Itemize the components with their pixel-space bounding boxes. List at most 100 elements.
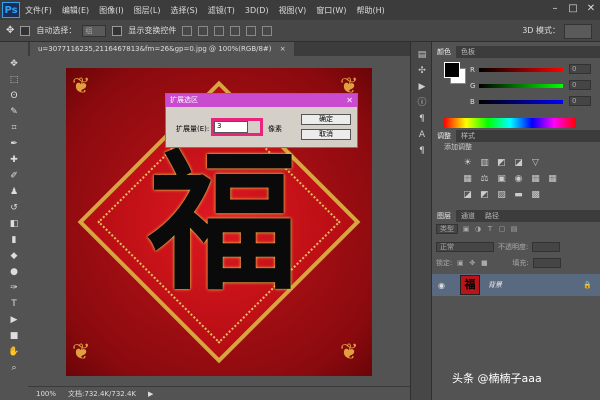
opacity-input[interactable] bbox=[532, 242, 561, 252]
black-white-icon[interactable]: ▣ bbox=[496, 174, 507, 185]
tool-presets-icon[interactable]: ¶ bbox=[417, 146, 427, 156]
blend-mode-dropdown[interactable]: 正常 bbox=[436, 242, 494, 252]
brush-icon[interactable]: ✐ bbox=[7, 170, 21, 182]
dodge-icon[interactable]: ● bbox=[7, 266, 21, 278]
align-bottom-icon[interactable] bbox=[214, 25, 225, 36]
status-arrow-icon[interactable]: ▶ bbox=[148, 390, 153, 398]
green-slider[interactable] bbox=[479, 84, 563, 88]
paragraph-icon[interactable]: ¶ bbox=[417, 114, 427, 124]
healing-brush-icon[interactable]: ✚ bbox=[7, 154, 21, 166]
character-icon[interactable]: A bbox=[417, 130, 427, 140]
blur-icon[interactable]: ◆ bbox=[7, 250, 21, 262]
lasso-icon[interactable]: ʘ bbox=[7, 90, 21, 102]
filter-adjust-icon[interactable]: ◑ bbox=[474, 225, 482, 233]
shape-icon[interactable]: ■ bbox=[7, 330, 21, 342]
selective-color-icon[interactable]: ▩ bbox=[530, 190, 541, 201]
properties-icon[interactable]: ✣ bbox=[417, 66, 427, 76]
minimize-button[interactable]: – bbox=[546, 0, 564, 16]
move-tool-icon[interactable]: ✥ bbox=[6, 25, 14, 36]
layer-name[interactable]: 背景 bbox=[488, 280, 502, 290]
tab-layers[interactable]: 图层 bbox=[432, 210, 456, 222]
menu-layer[interactable]: 图层(L) bbox=[129, 5, 166, 16]
type-icon[interactable]: T bbox=[7, 298, 21, 310]
history-brush-icon[interactable]: ↺ bbox=[7, 202, 21, 214]
foreground-color-swatch[interactable] bbox=[444, 62, 460, 78]
hand-icon[interactable]: ✋ bbox=[7, 346, 21, 358]
align-right-icon[interactable] bbox=[262, 25, 273, 36]
tab-color[interactable]: 颜色 bbox=[432, 46, 456, 58]
red-slider[interactable] bbox=[479, 68, 563, 72]
brightness-icon[interactable]: ☀ bbox=[462, 158, 473, 169]
path-select-icon[interactable]: ▶ bbox=[7, 314, 21, 326]
curves-icon[interactable]: ◩ bbox=[496, 158, 507, 169]
color-lookup-icon[interactable]: ▦ bbox=[547, 174, 558, 185]
auto-select-checkbox[interactable] bbox=[20, 25, 31, 36]
menu-view[interactable]: 视图(V) bbox=[274, 5, 312, 16]
menu-edit[interactable]: 编辑(E) bbox=[57, 5, 94, 16]
ok-button[interactable]: 确定 bbox=[301, 114, 351, 125]
blue-slider[interactable] bbox=[479, 100, 563, 104]
align-left-icon[interactable] bbox=[230, 25, 241, 36]
filter-smart-icon[interactable]: ▤ bbox=[510, 225, 518, 233]
filter-shape-icon[interactable]: ▢ bbox=[498, 225, 506, 233]
actions-icon[interactable]: ▶ bbox=[417, 82, 427, 92]
pen-icon[interactable]: ✑ bbox=[7, 282, 21, 294]
hue-saturation-icon[interactable]: ▦ bbox=[462, 174, 473, 185]
menu-help[interactable]: 帮助(H) bbox=[351, 5, 389, 16]
menu-image[interactable]: 图像(I) bbox=[94, 5, 129, 16]
layer-row-background[interactable]: ◉ 福 背景 🔒 bbox=[432, 274, 600, 296]
red-value-input[interactable]: 0 bbox=[569, 64, 591, 74]
photo-filter-icon[interactable]: ◉ bbox=[513, 174, 524, 185]
align-center-icon[interactable] bbox=[246, 25, 257, 36]
close-tab-icon[interactable]: × bbox=[280, 45, 286, 53]
menu-filter[interactable]: 滤镜(T) bbox=[203, 5, 240, 16]
quick-select-icon[interactable]: ✎ bbox=[7, 106, 21, 118]
gradient-icon[interactable]: ▮ bbox=[7, 234, 21, 246]
crop-icon[interactable]: ⌗ bbox=[7, 122, 21, 134]
close-window-button[interactable]: ✕ bbox=[582, 0, 600, 16]
tab-paths[interactable]: 路径 bbox=[480, 210, 504, 222]
dialog-close-icon[interactable]: ✕ bbox=[346, 94, 353, 107]
color-spectrum-bar[interactable] bbox=[444, 118, 576, 128]
menu-file[interactable]: 文件(F) bbox=[20, 5, 57, 16]
filter-type-icon[interactable]: T bbox=[486, 225, 494, 233]
history-icon[interactable]: ▤ bbox=[417, 50, 427, 60]
green-value-input[interactable]: 0 bbox=[569, 80, 591, 90]
auto-select-dropdown[interactable]: 组 bbox=[82, 24, 107, 37]
gradient-map-icon[interactable]: ▬ bbox=[513, 190, 524, 201]
move-icon[interactable]: ✥ bbox=[7, 58, 21, 70]
levels-icon[interactable]: ▥ bbox=[479, 158, 490, 169]
lock-all-icon[interactable]: ■ bbox=[480, 259, 488, 267]
menu-select[interactable]: 选择(S) bbox=[165, 5, 202, 16]
visibility-eye-icon[interactable]: ◉ bbox=[438, 281, 450, 290]
lock-pixels-icon[interactable]: ▣ bbox=[456, 259, 464, 267]
tab-styles[interactable]: 样式 bbox=[456, 130, 480, 142]
menu-3d[interactable]: 3D(D) bbox=[240, 6, 274, 15]
color-balance-icon[interactable]: ⚖ bbox=[479, 174, 490, 185]
tab-channels[interactable]: 通道 bbox=[456, 210, 480, 222]
channel-mixer-icon[interactable]: ▦ bbox=[530, 174, 541, 185]
layer-filter-dropdown[interactable]: 类型 bbox=[436, 224, 458, 234]
align-middle-icon[interactable] bbox=[198, 25, 209, 36]
workspace-dropdown[interactable] bbox=[564, 24, 592, 39]
posterize-icon[interactable]: ◩ bbox=[479, 190, 490, 201]
clone-stamp-icon[interactable]: ♟ bbox=[7, 186, 21, 198]
cancel-button[interactable]: 取消 bbox=[301, 129, 351, 140]
exposure-icon[interactable]: ◪ bbox=[513, 158, 524, 169]
eyedropper-icon[interactable]: ✒ bbox=[7, 138, 21, 150]
tab-adjustments[interactable]: 调整 bbox=[432, 130, 456, 142]
lock-position-icon[interactable]: ✥ bbox=[468, 259, 476, 267]
tab-swatches[interactable]: 色板 bbox=[456, 46, 480, 58]
zoom-level[interactable]: 100% bbox=[36, 390, 56, 398]
zoom-icon[interactable]: ⌕ bbox=[7, 362, 21, 374]
marquee-icon[interactable]: ⬚ bbox=[7, 74, 21, 86]
align-top-icon[interactable] bbox=[182, 25, 193, 36]
vibrance-icon[interactable]: ▽ bbox=[530, 158, 541, 169]
invert-icon[interactable]: ◪ bbox=[462, 190, 473, 201]
filter-pixel-icon[interactable]: ▣ bbox=[462, 225, 470, 233]
menu-window[interactable]: 窗口(W) bbox=[311, 5, 351, 16]
info-icon[interactable]: ⓘ bbox=[417, 98, 427, 108]
eraser-icon[interactable]: ◧ bbox=[7, 218, 21, 230]
document-tab[interactable]: u=3077116235,2116467813&fm=26&gp=0.jpg @… bbox=[30, 42, 294, 56]
show-transform-checkbox[interactable] bbox=[112, 25, 123, 36]
